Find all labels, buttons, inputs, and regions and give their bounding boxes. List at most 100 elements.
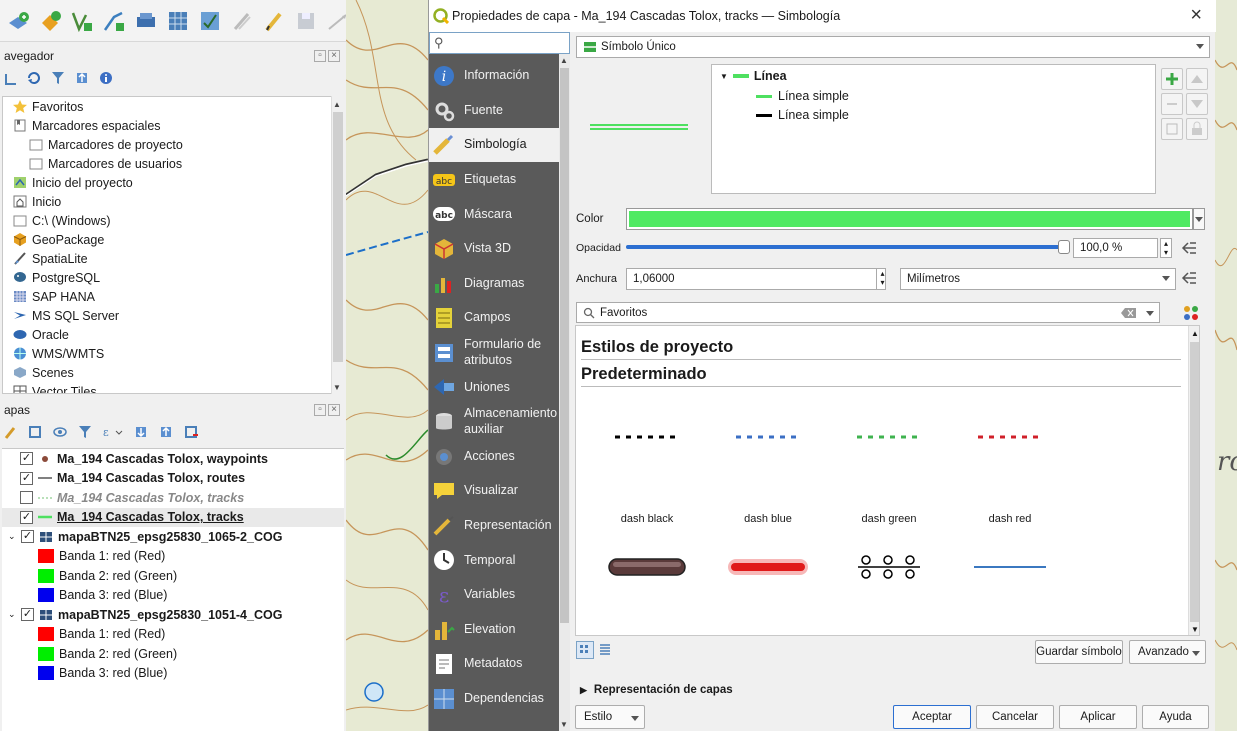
symbol-layer-item[interactable]: Línea simple	[756, 89, 849, 103]
browser-item-sap-hana[interactable]: SAP HANA	[3, 287, 331, 306]
add-symbol-layer-button[interactable]	[1161, 68, 1183, 90]
add-group-icon[interactable]	[27, 424, 43, 440]
browser-item-oracle[interactable]: Oracle	[3, 325, 331, 344]
browser-item-geopackage[interactable]: GeoPackage	[3, 230, 331, 249]
remove-symbol-layer-button[interactable]	[1161, 93, 1183, 115]
raster-band-item[interactable]: Banda 2: red (Green)	[2, 566, 344, 586]
sidebar-search-input[interactable]: ⚲	[429, 32, 570, 54]
style-preview-emboss[interactable]	[592, 524, 702, 610]
style-manager-icon[interactable]	[1182, 304, 1200, 322]
ok-button[interactable]: Aceptar	[893, 705, 971, 729]
collapse-all-icon[interactable]	[158, 424, 174, 440]
add-layer-icon[interactable]	[4, 7, 32, 35]
data-defined-override-icon[interactable]	[1180, 239, 1200, 257]
layer-item[interactable]: Ma_194 Cascadas Tolox, tracks	[2, 488, 344, 508]
filter-expression-icon[interactable]: ε	[102, 424, 124, 440]
sidebar-item-formulario-de-atributos[interactable]: Formulario de atributos	[429, 336, 559, 370]
layer-item[interactable]: ✓ Ma_194 Cascadas Tolox, waypoints	[2, 449, 344, 469]
color-menu-button[interactable]	[1193, 208, 1205, 230]
sidebar-item-elevation[interactable]: Elevation	[429, 613, 559, 647]
browser-item-marcadores-espaciales[interactable]: Marcadores espaciales	[3, 116, 331, 135]
width-spinbox[interactable]: 1,06000	[626, 268, 886, 290]
close-panel-icon[interactable]: ×	[328, 404, 340, 416]
move-up-button[interactable]	[1186, 68, 1208, 90]
close-panel-icon[interactable]: ×	[328, 50, 340, 62]
map-canvas[interactable]	[346, 0, 428, 731]
float-panel-icon[interactable]: ▫	[314, 50, 326, 62]
data-defined-override-icon[interactable]	[1180, 269, 1200, 287]
layer-item[interactable]: ⌄ ✓ mapaBTN25_epsg25830_1051-4_COG	[2, 605, 344, 625]
sidebar-item-mascara[interactable]: abc Máscara	[429, 197, 559, 231]
sidebar-item-vista-3d[interactable]: Vista 3D	[429, 232, 559, 266]
browser-item-favoritos[interactable]: Favoritos	[3, 97, 331, 116]
expand-arrow-icon[interactable]: ⌄	[8, 531, 16, 542]
sidebar-item-representacion[interactable]: Representación	[429, 509, 559, 543]
expand-arrow-icon[interactable]: ⌄	[8, 609, 16, 620]
cancel-button[interactable]: Cancelar	[976, 705, 1054, 729]
style-preview-dash[interactable]	[713, 395, 823, 481]
map-canvas-right[interactable]: ro	[1215, 0, 1237, 731]
sidebar-item-diagramas[interactable]: Diagramas	[429, 267, 559, 301]
expand-all-icon[interactable]	[133, 424, 149, 440]
layer-item[interactable]: ✓ Ma_194 Cascadas Tolox, routes	[2, 469, 344, 489]
layer-visibility-checkbox[interactable]: ✓	[20, 510, 33, 524]
browser-item-inicio-del-proyecto[interactable]: Inicio del proyecto	[3, 173, 331, 192]
help-button[interactable]: Ayuda	[1142, 705, 1209, 729]
tree-root-item[interactable]: ▼ Línea	[720, 69, 787, 83]
add-selected-layers-icon[interactable]	[4, 70, 18, 86]
renderer-select[interactable]: Símbolo Único	[576, 36, 1210, 58]
style-preview-dash[interactable]	[592, 395, 702, 481]
add-raster-icon[interactable]	[196, 7, 224, 35]
filter-legend-icon[interactable]	[77, 424, 93, 440]
browser-item-marcadores-de-usuarios[interactable]: Marcadores de usuarios	[3, 154, 331, 173]
raster-band-item[interactable]: Banda 2: red (Green)	[2, 644, 344, 664]
raster-band-item[interactable]: Banda 1: red (Red)	[2, 625, 344, 645]
browser-item-marcadores-de-proyecto[interactable]: Marcadores de proyecto	[3, 135, 331, 154]
color-button[interactable]	[626, 208, 1193, 230]
clear-search-icon[interactable]	[1121, 307, 1137, 319]
width-spin-arrows[interactable]: ▴ ▾	[876, 269, 888, 289]
filter-icon[interactable]	[50, 70, 66, 86]
raster-band-item[interactable]: Banda 3: red (Blue)	[2, 586, 344, 606]
layer-visibility-checkbox[interactable]: ✓	[21, 608, 34, 622]
sidebar-item-simbologia[interactable]: Simbología	[429, 128, 559, 163]
browser-item-ms-sql-server[interactable]: MS SQL Server	[3, 306, 331, 325]
layer-visibility-checkbox[interactable]: ✓	[21, 530, 34, 544]
save-edits-icon[interactable]	[292, 7, 320, 35]
style-brush-icon[interactable]	[4, 424, 18, 440]
edit-pencil-disabled-icon[interactable]	[228, 7, 256, 35]
sidebar-scrollbar[interactable]: ▲ ▼	[559, 54, 570, 731]
sidebar-item-campos[interactable]: Campos	[429, 301, 559, 335]
apply-button[interactable]: Aplicar	[1059, 705, 1137, 729]
digitize-line-icon[interactable]	[100, 7, 128, 35]
opacity-spin-arrows[interactable]: ▴ ▾	[1160, 238, 1172, 258]
browser-item-inicio[interactable]: Inicio	[3, 192, 331, 211]
raster-band-item[interactable]: Banda 3: red (Blue)	[2, 664, 344, 684]
sidebar-item-metadatos[interactable]: Metadatos	[429, 647, 559, 681]
style-preview-dash[interactable]	[834, 395, 944, 481]
style-menu-button[interactable]: Estilo	[575, 705, 645, 729]
add-vertex-icon[interactable]	[68, 7, 96, 35]
edit-pencil-icon[interactable]	[260, 7, 288, 35]
style-search-input[interactable]: Favoritos	[576, 302, 1160, 323]
layer-visibility-checkbox[interactable]: ✓	[20, 471, 33, 485]
styles-scrollbar[interactable]: ▲ ▼	[1188, 326, 1199, 635]
style-preview-neon[interactable]	[713, 524, 823, 610]
browser-item-spatialite[interactable]: SpatiaLite	[3, 249, 331, 268]
sidebar-item-visualizar[interactable]: Visualizar	[429, 474, 559, 508]
browser-item-vector-tiles[interactable]: Vector Tiles	[3, 382, 331, 393]
layer-item[interactable]: ⌄ ✓ mapaBTN25_epsg25830_1065-2_COG	[2, 527, 344, 547]
lock-layer-button[interactable]	[1186, 118, 1208, 140]
icon-view-button[interactable]	[576, 641, 594, 659]
style-preview-circles[interactable]	[834, 524, 944, 610]
sidebar-item-uniones[interactable]: Uniones	[429, 370, 559, 404]
width-unit-select[interactable]: Milímetros	[900, 268, 1176, 290]
remove-layer-icon[interactable]	[183, 424, 199, 440]
layer-item[interactable]: ✓ Ma_194 Cascadas Tolox, tracks	[2, 507, 344, 527]
browser-item-c-windows[interactable]: C:\ (Windows)	[3, 211, 331, 230]
sidebar-item-acciones[interactable]: Acciones	[429, 440, 559, 474]
list-view-button[interactable]	[597, 641, 615, 659]
advanced-button[interactable]: Avanzado	[1129, 640, 1206, 664]
close-dialog-button[interactable]: ×	[1190, 4, 1202, 27]
browser-item-postgresql[interactable]: PostgreSQL	[3, 268, 331, 287]
